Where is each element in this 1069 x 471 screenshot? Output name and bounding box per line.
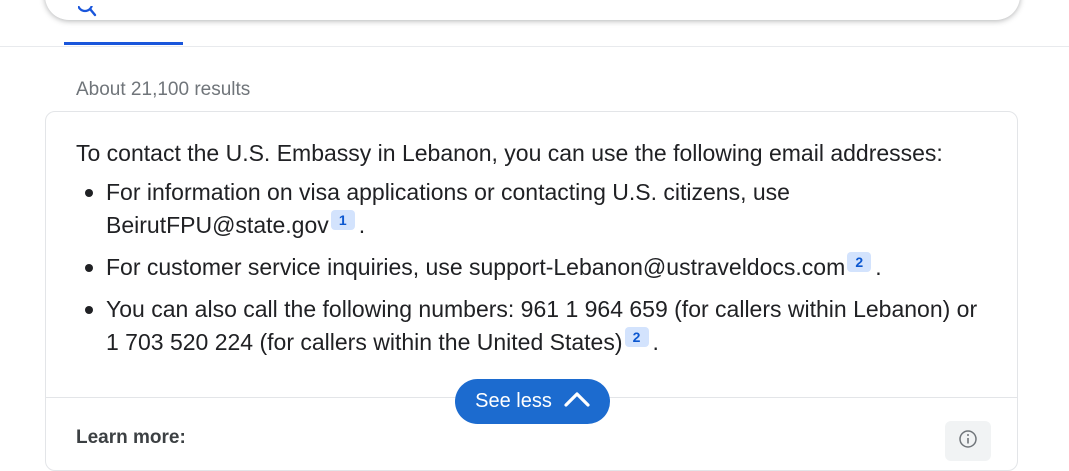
tab-divider (0, 46, 1069, 47)
bullet-text: You can also call the following numbers:… (106, 296, 978, 355)
see-less-button[interactable]: See less (455, 379, 610, 424)
answer-bullets: For information on visa applications or … (76, 176, 996, 368)
bullet-end: . (358, 212, 366, 238)
result-stats: About 21,100 results (76, 79, 251, 100)
bullet-end: . (875, 254, 882, 280)
bullet-dot (85, 189, 93, 197)
tab-all-active-indicator[interactable] (64, 42, 183, 45)
info-icon (958, 429, 978, 454)
search-icon[interactable] (76, 0, 98, 26)
bullet-text: For customer service inquiries, use supp… (106, 254, 846, 280)
ai-answer-card: To contact the U.S. Embassy in Lebanon, … (45, 111, 1018, 471)
list-item: You can also call the following numbers:… (76, 293, 996, 359)
see-less-label: See less (475, 390, 552, 412)
citation-badge[interactable]: 2 (624, 327, 649, 347)
answer-intro: To contact the U.S. Embassy in Lebanon, … (76, 140, 943, 166)
list-item: For customer service inquiries, use supp… (76, 251, 996, 284)
bullet-dot (85, 306, 93, 314)
bullet-text: For information on visa applications or … (106, 179, 790, 238)
bullet-dot (85, 264, 93, 272)
info-button[interactable] (945, 421, 991, 461)
list-item: For information on visa applications or … (76, 176, 996, 242)
search-box[interactable] (45, 0, 1020, 20)
citation-badge[interactable]: 2 (847, 252, 872, 272)
bullet-end: . (652, 329, 659, 355)
chevron-up-icon (564, 390, 590, 413)
citation-badge[interactable]: 1 (330, 210, 355, 230)
